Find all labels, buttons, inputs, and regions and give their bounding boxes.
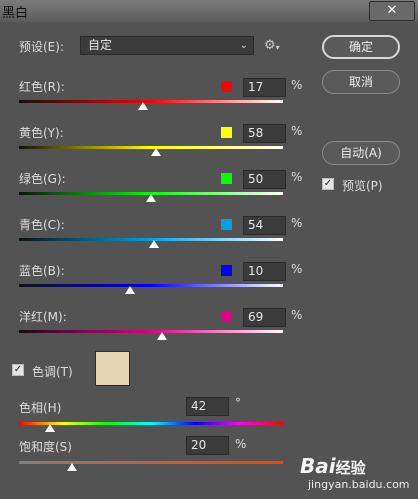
preset-select[interactable]: 自定 ⌄ — [80, 36, 254, 55]
slider-track-r[interactable] — [19, 100, 283, 103]
close-icon: ✕ — [386, 3, 398, 18]
slider-unit-c: % — [291, 216, 303, 230]
preset-label: 预设(E): — [19, 40, 64, 54]
color-swatch-y — [221, 127, 232, 138]
slider-track-b[interactable] — [19, 284, 283, 287]
slider-label-m: 洋红(M): — [19, 310, 67, 324]
caret-down-icon: ▾ — [275, 43, 280, 52]
slider-unit-m: % — [291, 308, 303, 322]
slider-track-m[interactable] — [19, 330, 283, 333]
preview-label: 预览(P) — [342, 179, 383, 193]
slider-thumb-b[interactable] — [124, 286, 135, 294]
saturation-slider-track[interactable] — [19, 461, 283, 464]
color-swatch-m — [221, 311, 232, 322]
tint-color-swatch[interactable] — [95, 351, 130, 386]
slider-unit-r: % — [291, 78, 303, 92]
black-white-dialog: 黑白 ✕ 预设(E): 自定 ⌄ ⚙▾ 确定 取消 自动(A) ✓ 预览(P) … — [0, 0, 418, 499]
slider-label-b: 蓝色(B): — [19, 264, 65, 278]
watermark: Bai经验 jingyan.baidu.com — [300, 454, 410, 491]
preview-checkbox[interactable]: ✓ — [322, 178, 334, 190]
hue-slider-track[interactable] — [19, 422, 283, 425]
watermark-brand-cn: 经验 — [335, 459, 366, 477]
chevron-down-icon: ⌄ — [239, 40, 248, 51]
hue-label: 色相(H) — [19, 401, 62, 415]
gear-icon: ⚙ — [264, 38, 276, 53]
slider-input-g[interactable]: 50 — [243, 170, 286, 189]
tint-checkbox[interactable]: ✓ — [12, 364, 24, 376]
slider-input-m[interactable]: 69 — [243, 308, 286, 327]
slider-thumb-c[interactable] — [148, 240, 159, 248]
slider-thumb-m[interactable] — [156, 332, 167, 340]
slider-thumb-r[interactable] — [138, 102, 149, 110]
ok-button[interactable]: 确定 — [322, 35, 400, 59]
slider-input-c[interactable]: 54 — [243, 216, 286, 235]
color-swatch-b — [221, 265, 232, 276]
slider-label-c: 青色(C): — [19, 218, 65, 232]
window-title: 黑白 — [2, 6, 29, 21]
close-button[interactable]: ✕ — [369, 1, 415, 21]
saturation-label: 饱和度(S) — [19, 440, 72, 454]
preset-options-button[interactable]: ⚙▾ — [264, 38, 280, 53]
color-swatch-r — [221, 81, 232, 92]
slider-input-y[interactable]: 58 — [243, 124, 286, 143]
saturation-slider-thumb[interactable] — [66, 463, 77, 471]
auto-button[interactable]: 自动(A) — [322, 141, 400, 165]
color-swatch-c — [221, 219, 232, 230]
slider-label-g: 绿色(G): — [19, 172, 66, 186]
saturation-input[interactable]: 20 — [186, 436, 229, 455]
slider-unit-y: % — [291, 124, 303, 138]
slider-unit-g: % — [291, 170, 303, 184]
slider-input-b[interactable]: 10 — [243, 262, 286, 281]
hue-input[interactable]: 42 — [186, 397, 229, 416]
slider-unit-b: % — [291, 262, 303, 276]
watermark-brand: Bai — [300, 454, 336, 478]
hue-unit: ° — [235, 396, 241, 410]
watermark-url: jingyan.baidu.com — [308, 478, 410, 491]
slider-label-r: 红色(R): — [19, 80, 65, 94]
slider-thumb-y[interactable] — [151, 148, 162, 156]
cancel-button[interactable]: 取消 — [322, 70, 400, 94]
slider-thumb-g[interactable] — [146, 194, 156, 202]
preset-value: 自定 — [88, 38, 113, 52]
slider-label-y: 黄色(Y): — [19, 126, 64, 140]
saturation-unit: % — [235, 437, 247, 451]
color-swatch-g — [221, 173, 232, 184]
title-bar: 黑白 ✕ — [0, 0, 418, 22]
slider-input-r[interactable]: 17 — [243, 78, 286, 97]
tint-label: 色调(T) — [32, 365, 73, 379]
hue-slider-thumb[interactable] — [44, 424, 55, 432]
